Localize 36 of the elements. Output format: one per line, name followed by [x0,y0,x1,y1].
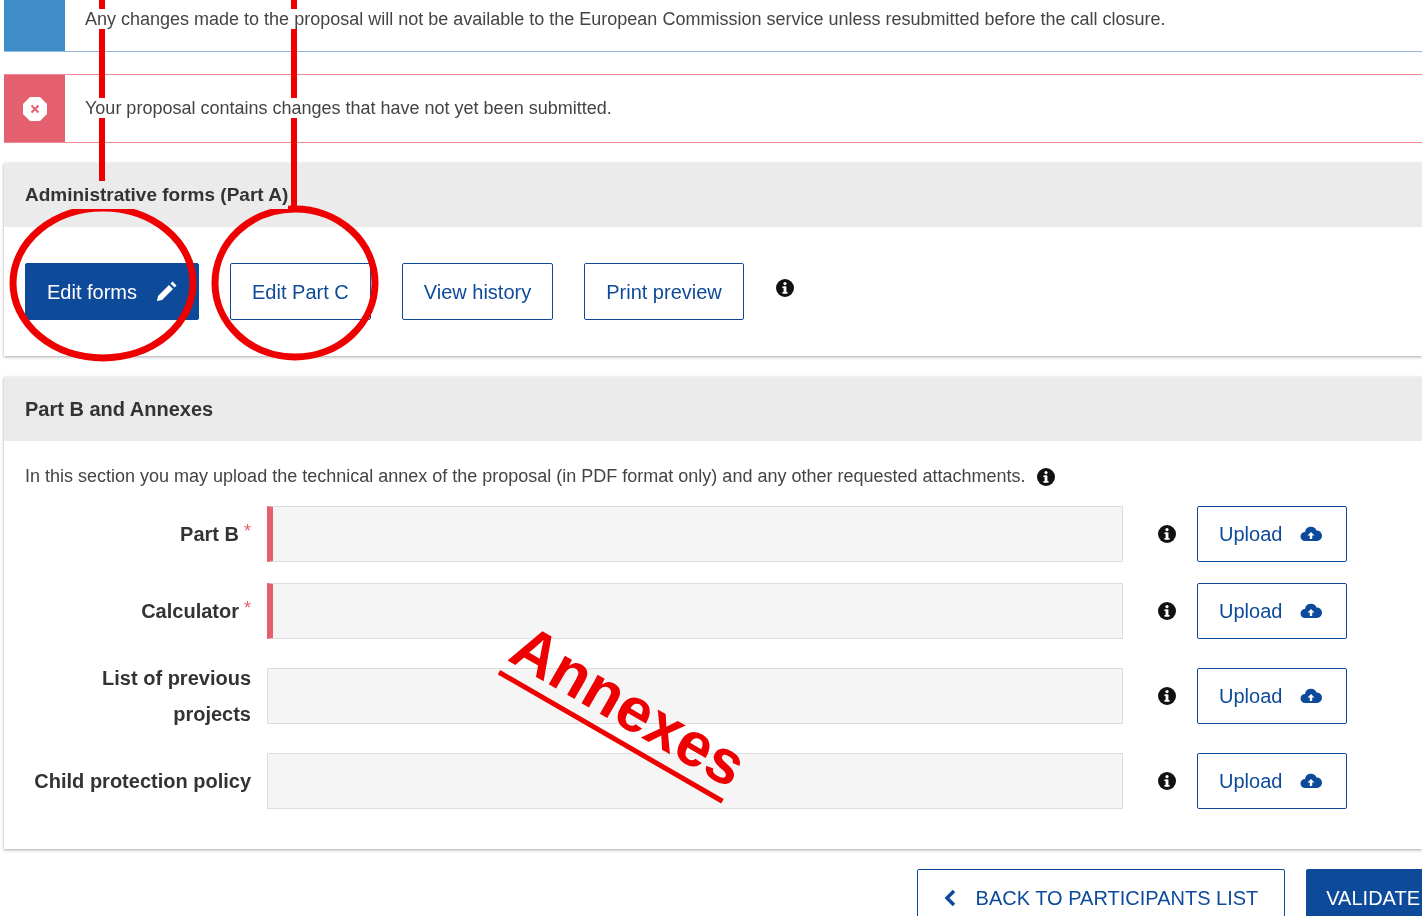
required-mark: * [244,520,251,543]
info-icon [774,277,795,298]
cloud-upload-icon [1300,773,1323,789]
field-label: Child protection policy [34,769,251,794]
back-button[interactable]: BACK TO PARTICIPANTS LIST [916,869,1286,916]
info-icon [1157,686,1177,706]
section-description: In this section you may upload the technical annex of the proposal (in PDF format only) and any other requested attachments. [25,465,1026,488]
field-label: List of previous projects [101,666,251,727]
chevron-left-icon [943,888,956,907]
required-mark: * [244,597,251,620]
upload-button[interactable]: Upload [1197,506,1347,562]
panel-title: Part B and Annexes [25,397,214,422]
validate-button[interactable]: VALIDATE [1306,869,1422,916]
panel-title: Administrative forms (Part A) [25,180,289,210]
cloud-upload-icon [1300,526,1323,542]
info-icon [1157,524,1177,544]
upload-button[interactable]: Upload [1197,753,1347,809]
cloud-upload-icon [1300,603,1323,619]
edit-forms-button[interactable]: Edit forms [25,263,200,320]
outline-button[interactable]: Edit Part C [230,263,371,320]
file-field[interactable] [267,506,1123,562]
field-label: Part B [180,522,239,547]
pencil-icon [155,280,178,303]
error-icon [20,94,49,123]
info-icon [1035,466,1056,487]
info-alert-stripe [4,0,65,51]
alert-text: Any changes made to the proposal will not be available to the European Commission service unless resubmitted before the call closure. [85,9,1166,29]
field-label: Calculator [141,599,239,624]
cloud-upload-icon [1300,688,1323,704]
upload-button[interactable]: Upload [1197,583,1347,639]
info-icon [1157,601,1177,621]
outline-button[interactable]: View history [401,263,554,320]
info-icon [1157,771,1177,791]
upload-button[interactable]: Upload [1197,668,1347,724]
outline-button[interactable]: Print preview [584,263,744,320]
alert-text: Your proposal contains changes that have not yet been submitted. [85,98,612,118]
